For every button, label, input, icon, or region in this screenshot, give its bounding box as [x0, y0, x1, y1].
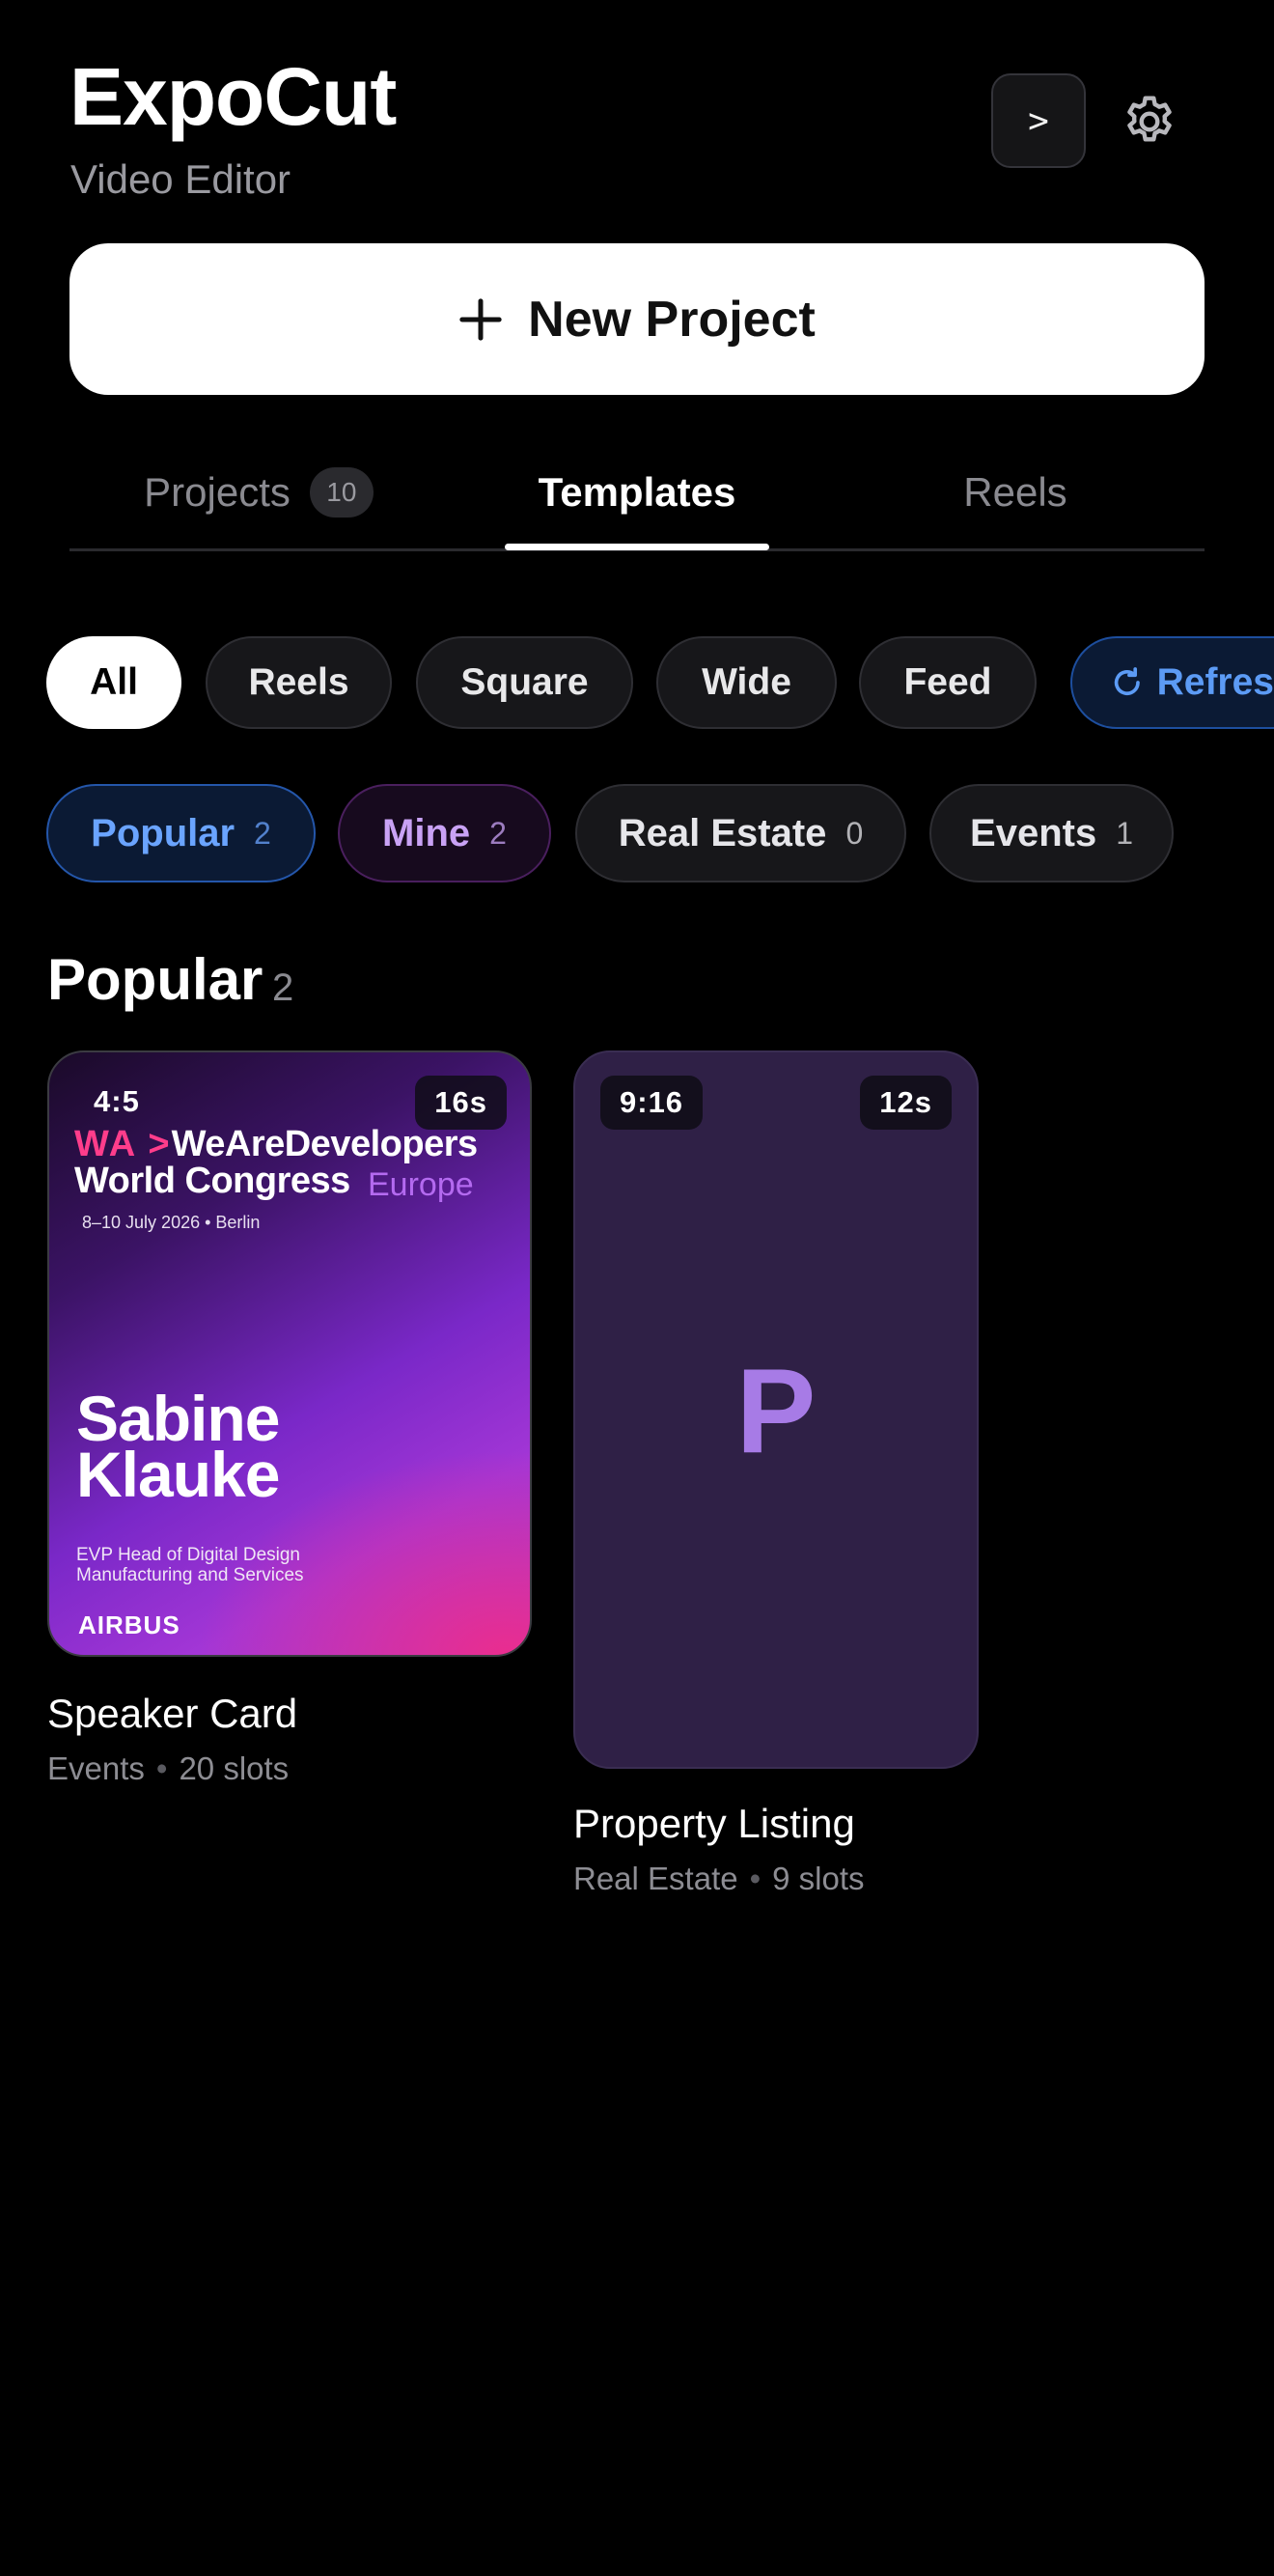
refresh-icon: [1114, 667, 1140, 695]
poster-region: Europe: [368, 1166, 474, 1203]
filter-square[interactable]: Square: [416, 636, 633, 729]
tab-projects[interactable]: Projects 10: [69, 454, 448, 548]
template-category: Real Estate: [573, 1861, 738, 1896]
poster-role-line2: Manufacturing and Services: [76, 1565, 304, 1585]
template-meta-property: Real Estate • 9 slots: [573, 1862, 865, 1894]
category-popular[interactable]: Popular 2: [46, 784, 316, 882]
poster-company: AIRBUS: [78, 1610, 180, 1639]
tab-templates[interactable]: Templates: [448, 454, 826, 548]
terminal-button-label: >: [1028, 100, 1049, 141]
filter-feed-label: Feed: [903, 661, 992, 703]
filter-feed[interactable]: Feed: [859, 636, 1037, 729]
duration-badge: 16s: [415, 1076, 507, 1130]
category-popular-label: Popular: [91, 811, 235, 854]
projects-count-badge: 10: [309, 467, 374, 518]
terminal-button[interactable]: >: [991, 73, 1086, 168]
tab-templates-label: Templates: [538, 469, 736, 515]
poster-date: 8–10 July 2026 • Berlin: [82, 1213, 261, 1232]
category-events[interactable]: Events 1: [929, 784, 1174, 882]
template-card-property[interactable]: 9:16 12s P: [573, 1050, 979, 1769]
template-placeholder-letter: P: [735, 1345, 817, 1478]
template-slots: 20 slots: [179, 1750, 290, 1786]
section-count: 2: [272, 966, 294, 1009]
section-title: Popular: [47, 947, 263, 1012]
tab-projects-label: Projects: [144, 469, 291, 515]
poster-brand-line: WA >WeAreDevelopers: [74, 1124, 478, 1165]
template-slots: 9 slots: [772, 1861, 865, 1896]
separator-dot: •: [155, 1750, 168, 1786]
template-title-speaker: Speaker Card: [47, 1691, 298, 1736]
duration-badge: 12s: [860, 1076, 952, 1130]
app-title: ExpoCut: [69, 51, 397, 142]
category-real-estate[interactable]: Real Estate 0: [575, 784, 906, 882]
filter-reels-label: Reels: [248, 661, 349, 703]
tab-reels[interactable]: Reels: [826, 454, 1205, 548]
category-events-count: 1: [1116, 815, 1133, 851]
tab-reels-label: Reels: [963, 469, 1067, 515]
category-real-estate-count: 0: [845, 815, 864, 851]
new-project-label: New Project: [528, 291, 816, 348]
poster-wa-logo: WA >: [74, 1124, 172, 1164]
category-mine[interactable]: Mine 2: [338, 784, 551, 882]
template-card-speaker[interactable]: 4:5 16s WA >WeAreDevelopers World Congre…: [47, 1050, 532, 1657]
poster-event-name: World Congress: [74, 1161, 350, 1201]
refresh-button[interactable]: Refres: [1070, 636, 1274, 729]
aspect-badge: 4:5: [94, 1084, 140, 1118]
category-mine-count: 2: [489, 815, 507, 851]
app-subtitle: Video Editor: [70, 156, 291, 202]
category-mine-label: Mine: [382, 811, 471, 854]
refresh-label: Refres: [1156, 661, 1274, 703]
new-project-button[interactable]: New Project: [69, 243, 1205, 395]
gear-icon: [1127, 96, 1172, 142]
poster-brand: WeAreDevelopers: [171, 1124, 479, 1164]
category-popular-count: 2: [254, 815, 271, 851]
separator-dot: •: [749, 1861, 762, 1896]
category-real-estate-label: Real Estate: [618, 811, 827, 854]
plus-icon: [459, 297, 502, 341]
active-tab-indicator: [505, 544, 769, 550]
poster-name-line2: Klauke: [76, 1439, 280, 1510]
template-category: Events: [47, 1750, 145, 1786]
poster-role-line1: EVP Head of Digital Design: [76, 1545, 300, 1565]
filter-square-label: Square: [460, 661, 589, 703]
template-title-property: Property Listing: [573, 1801, 855, 1846]
tab-bar: Projects 10 Templates Reels: [69, 454, 1205, 551]
filter-all[interactable]: All: [46, 636, 181, 729]
poster-speaker-name: Sabine Klauke: [76, 1386, 280, 1510]
template-meta-speaker: Events • 20 slots: [47, 1752, 289, 1784]
filter-all-label: All: [90, 661, 138, 703]
aspect-badge: 9:16: [600, 1076, 704, 1130]
filter-reels[interactable]: Reels: [206, 636, 392, 729]
filter-wide[interactable]: Wide: [656, 636, 837, 729]
settings-button[interactable]: [1120, 92, 1179, 152]
category-events-label: Events: [970, 811, 1097, 854]
poster-speaker-role: EVP Head of Digital Design Manufacturing…: [76, 1545, 304, 1585]
filter-wide-label: Wide: [702, 661, 791, 703]
